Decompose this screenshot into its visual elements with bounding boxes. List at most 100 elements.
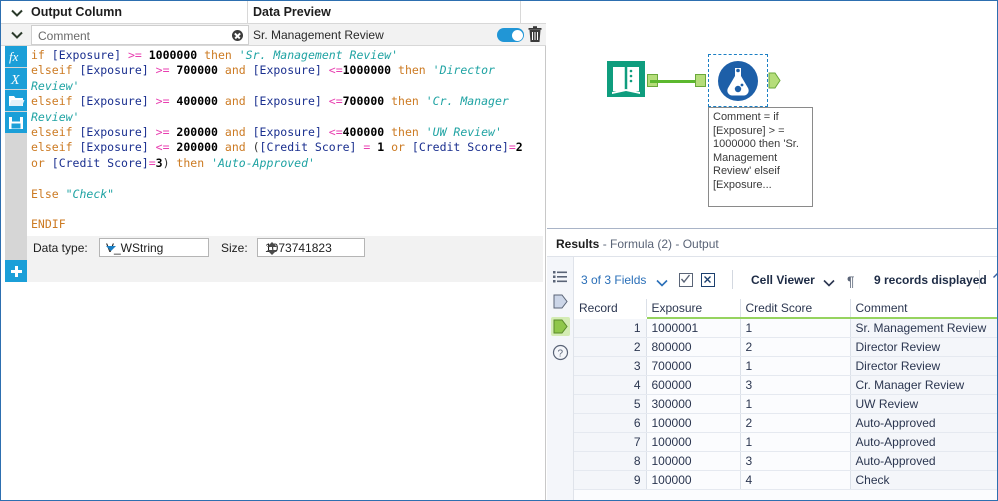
table-row[interactable]: 2 800000 2 Director Review xyxy=(574,337,997,357)
cell-comment[interactable]: Director Review xyxy=(850,337,997,357)
cell-exposure[interactable]: 800000 xyxy=(646,337,741,357)
cell-comment[interactable]: Auto-Approved xyxy=(850,451,997,471)
cell-credit-score[interactable]: 1 xyxy=(740,432,851,452)
formula-tool-rail: fx X xyxy=(5,46,27,236)
formula-editor[interactable]: if [Exposure] >= 1000000 then 'Sr. Manag… xyxy=(27,46,543,234)
chevron-down-icon[interactable] xyxy=(656,276,668,290)
cell-record[interactable]: 7 xyxy=(574,432,647,452)
cell-comment[interactable]: Auto-Approved xyxy=(850,432,997,452)
rail-filler xyxy=(5,236,27,260)
cell-credit-score[interactable]: 1 xyxy=(740,394,851,414)
cell-record[interactable]: 5 xyxy=(574,394,647,414)
fx-function-icon[interactable]: fx xyxy=(5,46,27,67)
cell-record[interactable]: 8 xyxy=(574,451,647,471)
config-header-row: Output Column Data Preview xyxy=(1,1,546,24)
results-grid[interactable]: Record Exposure Credit Score Comment 1 10… xyxy=(574,299,997,500)
header-divider-2 xyxy=(520,1,521,24)
cell-credit-score[interactable]: 1 xyxy=(740,318,851,338)
table-row[interactable]: 1 1000001 1 Sr. Management Review xyxy=(574,318,997,338)
table-row[interactable]: 7 100000 1 Auto-Approved xyxy=(574,432,997,452)
results-toolbar: 3 of 3 Fields Cell Viewer ¶ 9 records di… xyxy=(574,257,997,299)
table-row[interactable]: 8 100000 3 Auto-Approved xyxy=(574,451,997,471)
chevron-down-icon[interactable] xyxy=(9,5,25,21)
open-folder-icon[interactable] xyxy=(5,90,27,111)
size-input[interactable]: 1073741823 xyxy=(257,238,365,257)
data-profile-icon[interactable] xyxy=(551,292,570,311)
column-header-record[interactable]: Record xyxy=(574,299,647,319)
cell-record[interactable]: 1 xyxy=(574,318,647,338)
cell-exposure[interactable]: 100000 xyxy=(646,413,741,433)
formula-line xyxy=(31,171,523,186)
cell-comment[interactable]: Director Review xyxy=(850,356,997,376)
column-header-credit-score[interactable]: Credit Score xyxy=(740,299,851,319)
svg-text:X: X xyxy=(10,73,20,87)
cell-comment[interactable]: Check xyxy=(850,470,997,490)
table-row[interactable]: 9 100000 4 Check xyxy=(574,470,997,490)
cell-exposure[interactable]: 700000 xyxy=(646,356,741,376)
clear-circle-icon[interactable] xyxy=(232,30,243,41)
add-column-button[interactable] xyxy=(5,260,27,282)
input-data-book-icon[interactable] xyxy=(605,59,647,99)
results-title-rest: - Formula (2) - Output xyxy=(599,237,719,251)
arrow-up-icon[interactable] xyxy=(991,271,997,289)
formula-input-anchor[interactable] xyxy=(695,74,706,87)
cell-record[interactable]: 4 xyxy=(574,375,647,395)
column-header-exposure[interactable]: Exposure xyxy=(646,299,741,319)
cell-exposure[interactable]: 1000001 xyxy=(646,318,741,338)
deselect-all-x-icon[interactable] xyxy=(701,273,715,287)
formula-output-anchor[interactable] xyxy=(768,72,781,92)
workflow-canvas[interactable]: Comment = if [Exposure] > = 1000000 then… xyxy=(547,1,997,229)
results-header: Results - Formula (2) - Output xyxy=(547,230,997,257)
cell-credit-score[interactable]: 2 xyxy=(740,337,851,357)
cell-viewer-selector[interactable]: Cell Viewer xyxy=(751,273,815,287)
size-stepper[interactable] xyxy=(265,241,278,256)
formula-line: elseif [Exposure] >= 400000 and [Exposur… xyxy=(31,94,509,109)
row-chevron-down-icon[interactable] xyxy=(9,27,25,43)
select-all-checkbox-icon[interactable] xyxy=(679,273,693,287)
cell-comment[interactable]: Auto-Approved xyxy=(850,413,997,433)
fields-selector[interactable]: 3 of 3 Fields xyxy=(581,273,646,287)
table-row[interactable]: 5 300000 1 UW Review xyxy=(574,394,997,414)
cell-credit-score[interactable]: 4 xyxy=(740,470,851,490)
chevron-down-icon-2[interactable] xyxy=(823,276,835,290)
cell-record[interactable]: 6 xyxy=(574,413,647,433)
output-column-input[interactable]: Comment xyxy=(31,25,249,45)
cell-comment[interactable]: Sr. Management Review xyxy=(850,318,997,338)
table-row[interactable]: 4 600000 3 Cr. Manager Review xyxy=(574,375,997,395)
save-disk-icon[interactable] xyxy=(5,112,27,133)
cell-exposure[interactable]: 600000 xyxy=(646,375,741,395)
pilcrow-icon[interactable]: ¶ xyxy=(847,273,855,289)
cell-credit-score[interactable]: 1 xyxy=(740,356,851,376)
enable-toggle[interactable] xyxy=(497,28,524,42)
formula-line: Review' xyxy=(31,109,80,124)
cell-credit-score[interactable]: 3 xyxy=(740,375,851,395)
x-variable-icon[interactable]: X xyxy=(5,68,27,89)
cell-exposure[interactable]: 100000 xyxy=(646,451,741,471)
table-row[interactable]: 6 100000 2 Auto-Approved xyxy=(574,413,997,433)
add-expression-bar xyxy=(5,260,543,282)
cell-credit-score[interactable]: 3 xyxy=(740,451,851,471)
cell-credit-score[interactable]: 2 xyxy=(740,413,851,433)
cell-record[interactable]: 2 xyxy=(574,337,647,357)
trash-icon[interactable] xyxy=(528,26,542,43)
cell-comment[interactable]: Cr. Manager Review xyxy=(850,375,997,395)
list-view-icon[interactable] xyxy=(551,267,570,286)
output-anchor-icon[interactable] xyxy=(551,317,570,336)
size-label: Size: xyxy=(221,241,248,255)
data-type-bar: Data type: V_WString Size: 1073741823 xyxy=(27,236,543,260)
column-header-comment[interactable]: Comment xyxy=(850,299,997,319)
cell-record[interactable]: 3 xyxy=(574,356,647,376)
connection-line[interactable] xyxy=(650,80,698,83)
cell-exposure[interactable]: 100000 xyxy=(646,470,741,490)
cell-record[interactable]: 9 xyxy=(574,470,647,490)
cell-exposure[interactable]: 100000 xyxy=(646,432,741,452)
formula-line: Else "Check" xyxy=(31,186,115,201)
formula-flask-icon[interactable] xyxy=(717,60,759,102)
cell-comment[interactable]: UW Review xyxy=(850,394,997,414)
data-type-select[interactable]: V_WString xyxy=(99,238,209,257)
header-divider xyxy=(247,1,248,24)
table-row[interactable]: 3 700000 1 Director Review xyxy=(574,356,997,376)
help-circle-icon[interactable]: ? xyxy=(551,343,570,362)
cell-exposure[interactable]: 300000 xyxy=(646,394,741,414)
formula-line: or [Credit Score]=3) then 'Auto-Approved… xyxy=(31,155,315,170)
